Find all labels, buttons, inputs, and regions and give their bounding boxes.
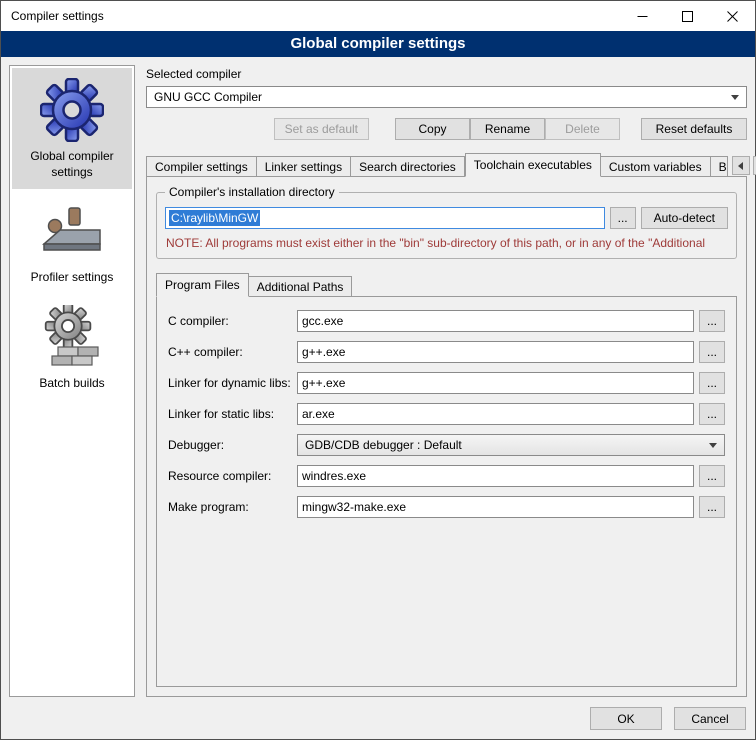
chevron-down-icon (709, 443, 717, 448)
minimize-button[interactable] (620, 1, 665, 31)
delete-button[interactable]: Delete (545, 118, 620, 140)
batch-builds-icon (40, 305, 104, 369)
installation-directory-group-title: Compiler's installation directory (165, 185, 339, 199)
subtab-program-files[interactable]: Program Files (156, 273, 249, 297)
chevron-down-icon (731, 95, 739, 100)
installation-directory-browse-button[interactable]: ... (610, 207, 636, 229)
main-panel: Selected compiler GNU GCC Compiler Set a… (146, 65, 747, 697)
c-compiler-browse-button[interactable]: ... (699, 310, 725, 332)
titlebar[interactable]: Compiler settings (1, 1, 755, 31)
form-row: Make program: ... (168, 496, 725, 518)
tab-search-directories[interactable]: Search directories (351, 156, 465, 177)
debugger-select-value: GDB/CDB debugger : Default (305, 438, 703, 452)
dialog-footer: OK Cancel (1, 705, 755, 739)
page-title: Global compiler settings (1, 31, 755, 57)
set-as-default-button[interactable]: Set as default (274, 118, 369, 140)
arrow-left-icon (738, 162, 743, 170)
copy-button[interactable]: Copy (395, 118, 470, 140)
resource-compiler-input[interactable] (297, 465, 694, 487)
make-program-browse-button[interactable]: ... (699, 496, 725, 518)
installation-directory-value: C:\raylib\MinGW (169, 210, 260, 226)
maximize-icon (682, 11, 693, 22)
toolchain-subtabs: Program Files Additional Paths (156, 273, 737, 297)
compiler-select[interactable]: GNU GCC Compiler (146, 86, 747, 108)
c-compiler-input[interactable] (297, 310, 694, 332)
ok-button[interactable]: OK (590, 707, 662, 730)
subtab-additional-paths[interactable]: Additional Paths (249, 276, 353, 297)
tab-scroll-left-button[interactable] (732, 156, 750, 175)
selected-compiler-label: Selected compiler (146, 67, 747, 81)
make-program-label: Make program: (168, 500, 292, 514)
sidebar-item-label: Profiler settings (31, 270, 114, 286)
c-compiler-label: C compiler: (168, 314, 292, 328)
window-controls (620, 1, 755, 31)
resource-compiler-browse-button[interactable]: ... (699, 465, 725, 487)
form-row: Linker for dynamic libs: ... (168, 372, 725, 394)
dynamic-linker-input[interactable] (297, 372, 694, 394)
settings-tabs: Compiler settings Linker settings Search… (146, 153, 747, 177)
dynamic-linker-label: Linker for dynamic libs: (168, 376, 292, 390)
program-files-section: Program Files Additional Paths C compile… (156, 273, 737, 687)
compiler-select-value: GNU GCC Compiler (154, 90, 725, 104)
static-linker-input[interactable] (297, 403, 694, 425)
cpp-compiler-input[interactable] (297, 341, 694, 363)
rename-button[interactable]: Rename (470, 118, 545, 140)
resource-compiler-label: Resource compiler: (168, 469, 292, 483)
tab-toolchain-executables[interactable]: Toolchain executables (465, 153, 601, 177)
tab-linker-settings[interactable]: Linker settings (257, 156, 351, 177)
form-row: C++ compiler: ... (168, 341, 725, 363)
dialog-body: Global compiler settings Profiler settin… (1, 57, 755, 705)
minimize-icon (637, 11, 648, 22)
tab-custom-variables[interactable]: Custom variables (601, 156, 711, 177)
sidebar-item-label: Batch builds (39, 376, 104, 392)
close-button[interactable] (710, 1, 755, 31)
form-row: Resource compiler: ... (168, 465, 725, 487)
sidebar-item-global-compiler-settings[interactable]: Global compiler settings (12, 68, 132, 189)
window-title: Compiler settings (1, 9, 620, 23)
cpp-compiler-browse-button[interactable]: ... (699, 341, 725, 363)
form-row: C compiler: ... (168, 310, 725, 332)
form-row: Linker for static libs: ... (168, 403, 725, 425)
close-icon (727, 11, 738, 22)
installation-directory-note: NOTE: All programs must exist either in … (166, 236, 727, 250)
compiler-settings-window: Compiler settings Global compiler settin… (0, 0, 756, 740)
tab-build-options[interactable]: Builc (711, 156, 728, 177)
toolchain-executables-panel: Compiler's installation directory C:\ray… (146, 176, 747, 697)
sidebar-item-batch-builds[interactable]: Batch builds (12, 295, 132, 401)
tab-compiler-settings[interactable]: Compiler settings (146, 156, 257, 177)
settings-category-list: Global compiler settings Profiler settin… (9, 65, 135, 697)
gear-icon (40, 78, 104, 142)
cpp-compiler-label: C++ compiler: (168, 345, 292, 359)
static-linker-browse-button[interactable]: ... (699, 403, 725, 425)
tab-scroll-controls (728, 156, 756, 177)
debugger-label: Debugger: (168, 438, 292, 452)
tab-scroll-right-button[interactable] (753, 156, 756, 175)
installation-directory-row: C:\raylib\MinGW ... Auto-detect (165, 207, 728, 229)
sidebar-item-profiler-settings[interactable]: Profiler settings (12, 189, 132, 295)
form-row: Debugger: GDB/CDB debugger : Default (168, 434, 725, 456)
installation-directory-group: Compiler's installation directory C:\ray… (156, 192, 737, 259)
auto-detect-button[interactable]: Auto-detect (641, 207, 728, 229)
program-files-panel: C compiler: ... C++ compiler: ... Linker… (156, 296, 737, 687)
sidebar-item-label: Global compiler settings (14, 149, 130, 180)
cancel-button[interactable]: Cancel (674, 707, 746, 730)
compiler-actions: Set as default Copy Rename Delete Reset … (146, 118, 747, 140)
dynamic-linker-browse-button[interactable]: ... (699, 372, 725, 394)
static-linker-label: Linker for static libs: (168, 407, 292, 421)
reset-defaults-button[interactable]: Reset defaults (641, 118, 747, 140)
debugger-select[interactable]: GDB/CDB debugger : Default (297, 434, 725, 456)
installation-directory-input[interactable]: C:\raylib\MinGW (165, 207, 605, 229)
profiler-icon (40, 199, 104, 263)
make-program-input[interactable] (297, 496, 694, 518)
maximize-button[interactable] (665, 1, 710, 31)
